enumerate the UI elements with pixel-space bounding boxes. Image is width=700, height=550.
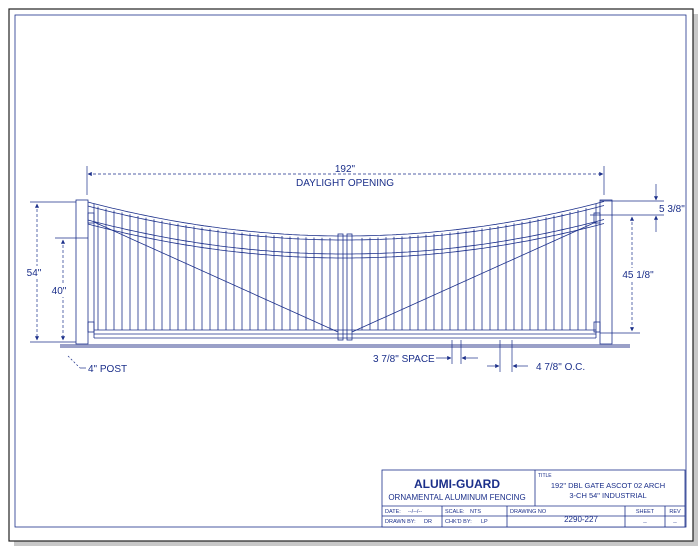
drawing-no-label: DRAWING NO (510, 509, 547, 515)
sheet-border (8, 8, 694, 542)
title-line-2: 3-CH 54" INDUSTRIAL (569, 491, 646, 500)
oc-label: 4 7/8" O.C. (536, 362, 585, 373)
drawing-no: 2290-227 (564, 515, 598, 524)
company-subtitle: ORNAMENTAL ALUMINUM FENCING (388, 493, 525, 502)
rev-label: REV (669, 509, 681, 515)
right-height-label: 45 1/8" (622, 270, 654, 281)
chkd-by-label: CHK'D BY: (445, 519, 472, 525)
daylight-opening-label: DAYLIGHT OPENING (296, 178, 394, 189)
scale-value: NTS (470, 509, 481, 515)
height-40-label: 40" (52, 286, 67, 297)
date-value: --/--/-- (408, 509, 422, 515)
sheet-value: -- (643, 520, 647, 526)
drawn-by-value: DR (424, 519, 432, 525)
title-label: TITLE (538, 473, 552, 479)
chkd-by-value: LP (481, 519, 488, 525)
post-label: 4" POST (88, 364, 127, 375)
drawing-sheet: 192" DAYLIGHT OPENING 54" 40" 4" POST 3 … (8, 8, 698, 546)
height-54-label: 54" (27, 268, 42, 279)
arch-rise-label: 5 3/8" (659, 204, 685, 215)
title-line-1: 192" DBL GATE ASCOT 02 ARCH (551, 481, 665, 490)
space-label: 3 7/8" SPACE (373, 354, 435, 365)
sheet-label: SHEET (636, 509, 655, 515)
date-label: DATE: (385, 509, 401, 515)
rev-value: -- (673, 520, 677, 526)
scale-label: SCALE: (445, 509, 465, 515)
drawn-by-label: DRAWN BY: (385, 519, 416, 525)
company-name: ALUMI-GUARD (414, 477, 500, 491)
ground-line (60, 344, 630, 348)
width-label: 192" (335, 164, 356, 175)
